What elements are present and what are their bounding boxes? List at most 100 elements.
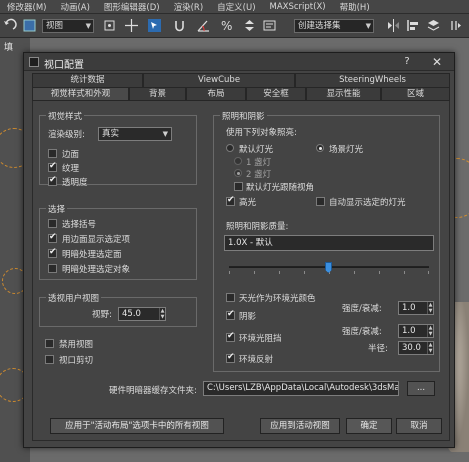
ambient-reflection-checkbox[interactable]: [226, 352, 235, 363]
texture-checkbox[interactable]: [48, 161, 57, 172]
menu-rendering[interactable]: 渲染(R): [167, 1, 211, 13]
tab-background[interactable]: 背景: [129, 87, 186, 101]
close-button[interactable]: ✕: [430, 55, 444, 69]
transparency-checkbox[interactable]: [48, 175, 57, 186]
spinner-arrows-icon[interactable]: ▲ ▼: [159, 308, 165, 320]
ambient-occlusion-checkbox[interactable]: [226, 331, 235, 342]
layer-manager-icon[interactable]: [426, 18, 441, 33]
ao-intensity-spinner[interactable]: 1.0 ▲ ▼: [398, 324, 434, 338]
ao-intensity-label: 强度/衰减:: [342, 327, 382, 337]
move-icon[interactable]: [124, 18, 139, 33]
menu-help[interactable]: 帮助(H): [333, 1, 377, 13]
menu-customize[interactable]: 自定义(U): [210, 1, 262, 13]
highlights-label: 高光: [239, 198, 257, 208]
svg-text:%: %: [221, 19, 232, 33]
angle-snap-icon[interactable]: [196, 18, 211, 33]
skylight-checkbox[interactable]: [226, 293, 235, 302]
selection-brackets-checkbox[interactable]: [48, 219, 57, 228]
render-level-label: 渲染级别:: [48, 130, 85, 140]
shade-faces-checkbox[interactable]: [48, 247, 57, 258]
reference-coordinate-combo[interactable]: 视图 ▼: [42, 19, 94, 33]
fov-spinner[interactable]: 45.0 ▲ ▼: [118, 307, 166, 321]
shadow-intensity-spinner[interactable]: 1.0 ▲ ▼: [398, 301, 434, 315]
dialog-title-bar[interactable]: 视口配置 ? ✕: [24, 53, 454, 71]
tab-statistics[interactable]: 统计数据: [32, 73, 143, 87]
fov-label: 视野:: [92, 310, 112, 320]
help-button[interactable]: ?: [400, 55, 414, 69]
shadows-checkbox[interactable]: [226, 309, 235, 320]
perspective-title: 透视用户视图: [46, 292, 102, 304]
spinner-arrows-icon[interactable]: ▲ ▼: [427, 325, 433, 337]
ok-button[interactable]: 确定: [346, 418, 392, 434]
select-object-icon[interactable]: [147, 18, 162, 33]
tab-safe-frames[interactable]: 安全框: [246, 87, 306, 101]
transparency-label: 透明度: [62, 178, 88, 188]
edged-faces-checkbox[interactable]: [48, 232, 57, 243]
shade-objects-checkbox[interactable]: [48, 264, 57, 273]
quality-field[interactable]: 1.0X - 默认: [224, 235, 434, 251]
edged-faces-label: 用边面显示选定项: [62, 235, 131, 245]
highlights-checkbox[interactable]: [226, 195, 235, 206]
menu-modifiers[interactable]: 修改器(M): [0, 1, 53, 13]
align-icon[interactable]: [406, 18, 421, 33]
pivot-icon[interactable]: [102, 18, 117, 33]
cache-folder-label: 硬件明暗器缓存文件夹:: [109, 386, 197, 396]
auto-display-lights-checkbox[interactable]: [316, 197, 325, 206]
slider-tick: [229, 271, 230, 274]
shade-faces-label: 明暗处理选定面: [62, 250, 122, 260]
menu-bar: 修改器(M) 动画(A) 图形编辑器(D) 渲染(R) 自定义(U) MAXSc…: [0, 0, 469, 14]
browse-button[interactable]: ...: [407, 381, 435, 396]
edges-checkbox[interactable]: [48, 149, 57, 158]
mirror-icon[interactable]: [386, 18, 401, 33]
spinner-snap-icon[interactable]: [242, 18, 257, 33]
radius-spinner[interactable]: 30.0 ▲ ▼: [398, 341, 434, 355]
named-selection-combo[interactable]: 创建选择集 ▼: [294, 19, 374, 33]
tab-steeringwheels[interactable]: SteeringWheels: [295, 73, 450, 87]
viewport-clip-checkbox[interactable]: [45, 355, 54, 364]
snap-icon[interactable]: [172, 18, 187, 33]
percent-snap-icon[interactable]: %: [220, 18, 235, 33]
spinner-arrows-icon[interactable]: ▲ ▼: [427, 342, 433, 354]
tab-display-performance[interactable]: 显示性能: [306, 87, 381, 101]
ambient-occlusion-label: 环境光阻挡: [239, 334, 282, 344]
viewport-label[interactable]: 填: [4, 40, 13, 53]
follow-camera-checkbox[interactable]: [234, 182, 243, 191]
quality-slider[interactable]: [229, 262, 429, 276]
ambient-reflection-label: 环境反射: [239, 355, 274, 365]
visual-style-group: 视觉样式 渲染级别: 真实▼ 边面 纹理 透明度: [39, 110, 197, 188]
scene-lights-radio[interactable]: [316, 144, 324, 152]
one-light-radio[interactable]: [234, 157, 242, 165]
tab-layout[interactable]: 布局: [186, 87, 246, 101]
slider-thumb[interactable]: [325, 262, 332, 273]
cancel-button[interactable]: 取消: [396, 418, 442, 434]
tab-panel: 视觉样式 渲染级别: 真实▼ 边面 纹理 透明度 选择 选择括号 用边面显示选定…: [32, 101, 450, 441]
slider-tick: [354, 271, 355, 274]
default-lights-label: 默认灯光: [239, 145, 274, 155]
follow-camera-label: 默认灯光跟随视角: [246, 183, 315, 193]
apply-all-views-button[interactable]: 应用于"活动布局"选项卡中的所有视图: [50, 418, 224, 434]
tab-regions[interactable]: 区域: [381, 87, 450, 101]
menu-graph-editors[interactable]: 图形编辑器(D): [97, 1, 167, 13]
slider-tick: [379, 271, 380, 274]
cache-folder-path[interactable]: C:\Users\LZB\AppData\Local\Autodesk\3dsM…: [203, 381, 399, 396]
tab-visual-style[interactable]: 视觉样式和外观: [32, 87, 129, 101]
menu-maxscript[interactable]: MAXScript(X): [263, 2, 333, 12]
skylight-label: 天光作为环境光颜色: [239, 294, 316, 304]
disable-view-checkbox[interactable]: [45, 339, 54, 348]
radius-label: 半径:: [368, 344, 388, 354]
apply-active-view-button[interactable]: 应用到活动视图: [260, 418, 340, 434]
render-level-combo[interactable]: 真实 ▼: [98, 127, 172, 141]
select-icon[interactable]: [22, 18, 37, 33]
menu-animation[interactable]: 动画(A): [53, 1, 96, 13]
edit-named-selection-icon[interactable]: [262, 18, 277, 33]
scene-lights-label: 场景灯光: [329, 145, 364, 155]
default-lights-radio[interactable]: [226, 144, 234, 152]
undo-icon[interactable]: [2, 18, 17, 33]
viewport-clip-label: 视口剪切: [59, 356, 94, 366]
toolbar-overflow-icon[interactable]: [448, 18, 463, 33]
tab-viewcube[interactable]: ViewCube: [143, 73, 295, 87]
spinner-arrows-icon[interactable]: ▲ ▼: [427, 302, 433, 314]
selection-brackets-label: 选择括号: [62, 220, 97, 230]
shadow-intensity-label: 强度/衰减:: [342, 304, 382, 314]
two-lights-radio[interactable]: [234, 169, 242, 177]
